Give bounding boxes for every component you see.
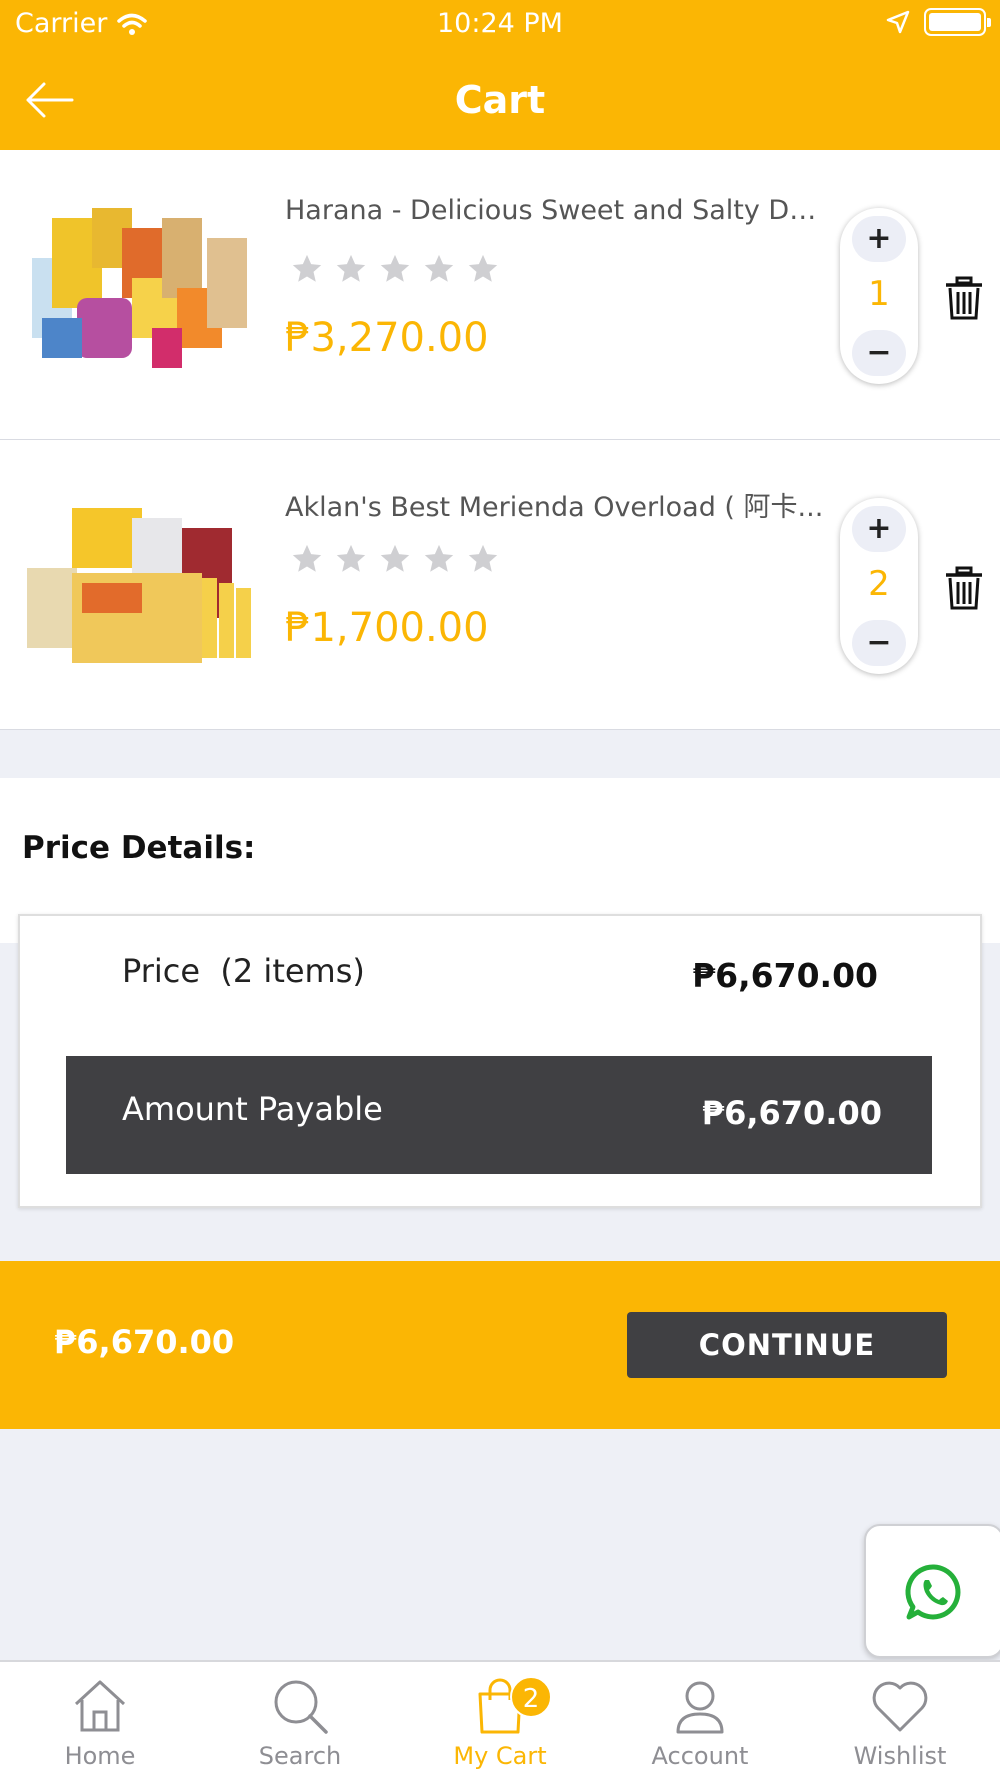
battery-icon [924,8,991,36]
product-image[interactable] [22,488,262,678]
tab-search-label: Search [258,1742,342,1770]
quantity-value: 2 [868,564,890,604]
tab-account-label: Account [651,1742,749,1770]
quantity-stepper: + 2 − [840,498,918,674]
decrease-quantity-button[interactable]: − [852,330,906,376]
quantity-value: 1 [868,274,890,314]
star-icon [424,544,454,572]
star-icon [292,544,322,572]
tab-account[interactable]: Account [600,1662,800,1778]
top-bar: Carrier 10:24 PM Cart [0,0,1000,150]
quantity-stepper: + 1 − [840,208,918,384]
increase-quantity-button[interactable]: + [852,216,906,262]
star-icon [380,544,410,572]
items-count: (2 items) [220,952,365,990]
status-time: 10:24 PM [437,8,563,39]
tab-wishlist-label: Wishlist [853,1742,947,1770]
location-arrow-icon [886,10,910,34]
price-label-text: Price [122,952,201,990]
cart-item: Harana - Delicious Sweet and Salty Deli.… [0,150,1000,440]
star-icon [424,254,454,282]
price-details-card: Price (2 items) ₱6,670.00 Amount Payable… [18,914,982,1208]
trash-icon[interactable] [944,276,984,320]
tab-home-label: Home [64,1742,136,1770]
star-icon [468,254,498,282]
tab-my-cart[interactable]: 2 My Cart [400,1662,600,1778]
price-label: Price (2 items) [122,952,365,990]
star-icon [336,254,366,282]
whatsapp-button[interactable] [864,1524,1000,1658]
star-icon [336,544,366,572]
increase-quantity-button[interactable]: + [852,506,906,552]
cart-item: Aklan's Best Merienda Overload ( 阿卡... ₱… [0,440,1000,730]
tab-my-cart-label: My Cart [453,1742,547,1770]
decrease-quantity-button[interactable]: − [852,620,906,666]
product-price: ₱1,700.00 [285,605,489,651]
account-icon [676,1681,724,1734]
tab-home[interactable]: Home [0,1662,200,1778]
trash-icon[interactable] [944,566,984,610]
product-price: ₱3,270.00 [285,315,489,361]
price-value: ₱6,670.00 [692,956,878,995]
search-icon [274,1680,328,1734]
checkout-bar: ₱6,670.00 CONTINUE [0,1261,1000,1429]
home-icon [74,1680,126,1732]
amount-payable-value: ₱6,670.00 [701,1094,882,1132]
star-icon [468,544,498,572]
page-title: Cart [454,78,546,122]
star-icon [292,254,322,282]
tab-wishlist[interactable]: Wishlist [800,1662,1000,1778]
product-name[interactable]: Aklan's Best Merienda Overload ( 阿卡... [285,485,825,524]
product-image[interactable] [22,198,262,388]
tab-search[interactable]: Search [200,1662,400,1778]
status-bar: Carrier 10:24 PM [0,0,1000,50]
heart-icon [872,1681,928,1732]
whatsapp-icon [905,1564,961,1620]
status-right [886,8,991,36]
continue-button[interactable]: CONTINUE [627,1312,947,1378]
price-details-heading: Price Details: [22,830,256,866]
tab-bar: Home Search 2 My Cart Account Wishlist [0,1660,1000,1778]
rating-stars [290,252,500,286]
amount-payable-label: Amount Payable [122,1090,383,1128]
cart-badge: 2 [510,1676,552,1718]
product-name[interactable]: Harana - Delicious Sweet and Salty Deli.… [285,195,825,226]
checkout-total: ₱6,670.00 [54,1323,235,1361]
amount-payable-row: Amount Payable ₱6,670.00 [66,1056,932,1174]
star-icon [380,254,410,282]
rating-stars [290,542,500,576]
